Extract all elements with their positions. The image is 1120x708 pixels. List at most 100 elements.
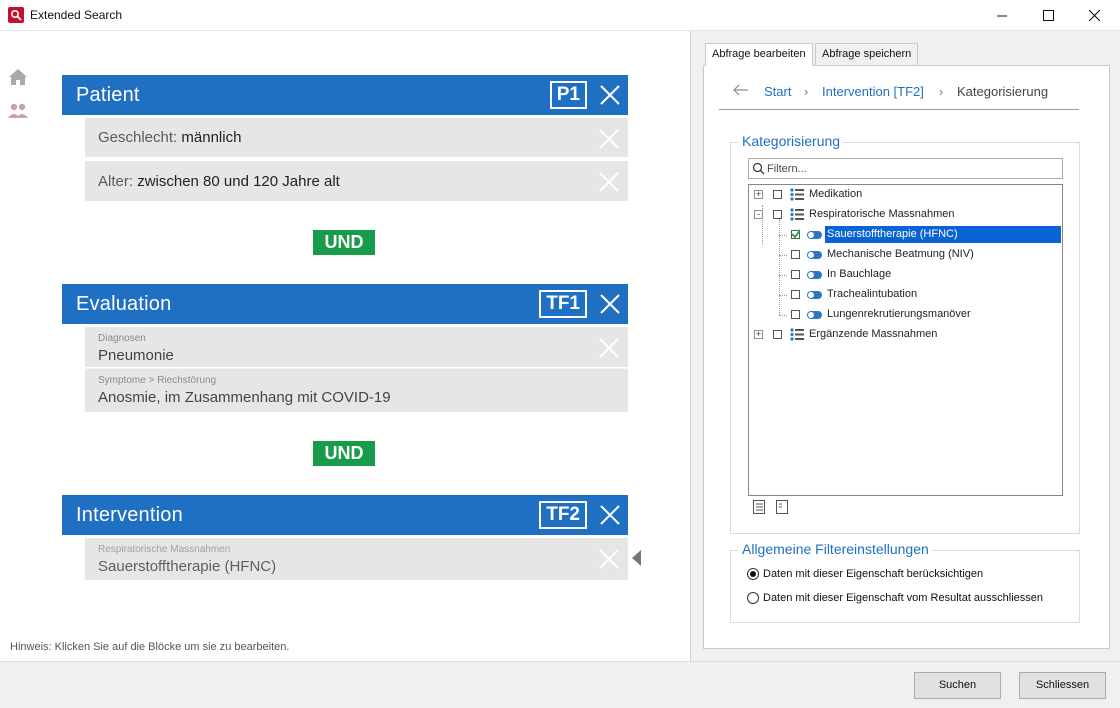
tree-item-label: In Bauchlage — [827, 268, 892, 280]
block-title: Patient — [76, 84, 140, 106]
toggle-icon — [807, 231, 822, 239]
remove-criterion-button[interactable] — [598, 171, 620, 193]
tree-item-trachealintubation[interactable]: Trachealintubation — [749, 285, 1062, 305]
expand-all-icon[interactable] — [753, 500, 766, 514]
tree-checkbox[interactable] — [791, 310, 800, 319]
edit-panel: Abfrage bearbeiten Abfrage speichern Sta… — [691, 31, 1120, 661]
breadcrumb-separator: › — [939, 84, 944, 99]
category-list-icon — [790, 208, 804, 221]
toggle-icon — [807, 291, 822, 299]
filter-input[interactable] — [767, 161, 1057, 176]
block-title: Intervention — [76, 504, 183, 526]
tree-item-label: Respiratorische Massnahmen — [809, 208, 955, 220]
remove-block-button[interactable] — [598, 83, 622, 107]
block-evaluation-header[interactable]: Evaluation TF1 — [62, 284, 628, 324]
toggle-icon — [807, 311, 822, 319]
tree-checkbox[interactable] — [791, 250, 800, 259]
radio-label: Daten mit dieser Eigenschaft vom Resulta… — [763, 592, 1044, 604]
block-badge: TF1 — [539, 290, 587, 318]
radio-label: Daten mit dieser Eigenschaft berücksicht… — [763, 568, 984, 580]
minimize-button[interactable] — [979, 0, 1025, 31]
toggle-icon — [807, 271, 822, 279]
breadcrumb-intervention[interactable]: Intervention [TF2] — [822, 84, 924, 99]
breadcrumb-current: Kategorisierung — [957, 84, 1049, 99]
tree-checkbox[interactable] — [773, 210, 782, 219]
block-patient-header[interactable]: Patient P1 — [62, 75, 628, 115]
criterion-symptom[interactable]: Symptome > Riechstörung Anosmie, im Zusa… — [85, 368, 628, 412]
block-badge: P1 — [549, 81, 587, 109]
remove-criterion-button[interactable] — [598, 548, 620, 570]
criterion-age[interactable]: Alter: zwischen 80 und 120 Jahre alt — [85, 161, 628, 201]
tree-checkbox[interactable] — [773, 190, 782, 199]
tree-item-mechanische-beatmung[interactable]: Mechanische Beatmung (NIV) — [749, 245, 1062, 265]
tree-checkbox[interactable] — [773, 330, 782, 339]
app-logo-icon — [8, 7, 24, 23]
criterion-value: Sauerstofftherapie (HFNC) — [98, 558, 277, 575]
collapse-icon[interactable]: - — [754, 210, 763, 219]
tree-item-bauchlage[interactable]: In Bauchlage — [749, 265, 1062, 285]
tree-item-label: Ergänzende Massnahmen — [809, 328, 938, 340]
collapse-all-icon[interactable] — [776, 500, 789, 514]
tree-checkbox[interactable] — [791, 290, 800, 299]
tab-edit-query[interactable]: Abfrage bearbeiten — [705, 43, 813, 66]
criterion-value: Pneumonie — [98, 347, 174, 364]
toggle-icon — [807, 251, 822, 259]
title-bar: Extended Search — [0, 0, 1120, 31]
remove-criterion-button[interactable] — [598, 128, 620, 150]
check-icon — [791, 229, 800, 238]
block-intervention-header[interactable]: Intervention TF2 — [62, 495, 628, 535]
maximize-button[interactable] — [1025, 0, 1071, 31]
close-button[interactable]: Schliessen — [1019, 672, 1106, 699]
remove-block-button[interactable] — [598, 503, 622, 527]
filter-settings-group: Allgemeine Filtereinstellungen — [730, 541, 1080, 623]
criterion-value: Anosmie, im Zusammenhang mit COVID-19 — [98, 389, 391, 406]
criterion-category: Symptome > Riechstörung — [98, 375, 217, 386]
collapse-arrow-icon[interactable] — [632, 550, 641, 566]
tree-item-label: Sauerstofftherapie (HFNC) — [824, 225, 1062, 244]
criterion-gender[interactable]: Geschlecht: männlich — [85, 118, 628, 157]
tree-item-sauerstofftherapie[interactable]: Sauerstofftherapie (HFNC) — [749, 225, 1062, 245]
criterion-label: Geschlecht: — [98, 129, 178, 146]
radio-button-checked[interactable] — [747, 568, 759, 580]
tree-item-label: Medikation — [809, 188, 863, 200]
back-arrow-icon[interactable] — [733, 82, 749, 101]
tree-item-lungenrekrutierung[interactable]: Lungenrekrutierungsmanöver — [749, 305, 1062, 325]
operator-and[interactable]: UND — [313, 441, 375, 466]
criterion-intervention[interactable]: Respiratorische Massnahmen Sauerstoffthe… — [85, 538, 628, 580]
tree-checkbox[interactable] — [791, 270, 800, 279]
tree-checkbox-checked[interactable] — [791, 229, 800, 239]
search-button[interactable]: Suchen — [914, 672, 1001, 699]
tree-item-medikation[interactable]: + Medikation — [749, 185, 1062, 205]
close-window-button[interactable] — [1071, 0, 1117, 31]
tab-save-query[interactable]: Abfrage speichern — [815, 43, 919, 65]
breadcrumb-separator: › — [804, 84, 809, 99]
criterion-label: Alter: — [98, 173, 134, 190]
tree-item-respiratorische-massnahmen[interactable]: - Respiratorische Massnahmen — [749, 205, 1062, 225]
category-tree[interactable]: + Medikation - Respiratorische Massnahme… — [748, 184, 1063, 496]
block-badge: TF2 — [539, 501, 587, 529]
window-title: Extended Search — [30, 8, 123, 22]
criterion-category: Diagnosen — [98, 333, 146, 344]
category-list-icon — [790, 328, 804, 341]
criterion-value: männlich — [181, 129, 242, 146]
expand-icon[interactable]: + — [754, 330, 763, 339]
tree-item-label: Lungenrekrutierungsmanöver — [827, 308, 971, 320]
remove-block-button[interactable] — [598, 292, 622, 316]
patient-groups-icon[interactable] — [6, 99, 30, 123]
tree-item-ergaenzende-massnahmen[interactable]: + Ergänzende Massnahmen — [749, 325, 1062, 345]
operator-and[interactable]: UND — [313, 230, 375, 255]
expand-icon[interactable]: + — [754, 190, 763, 199]
remove-criterion-button[interactable] — [598, 337, 620, 359]
breadcrumb-start[interactable]: Start — [764, 84, 791, 99]
filter-input-wrapper[interactable] — [748, 158, 1063, 179]
criterion-value: zwischen 80 und 120 Jahre alt — [137, 173, 340, 190]
tree-item-label: Mechanische Beatmung (NIV) — [827, 248, 974, 260]
search-icon — [752, 162, 765, 180]
breadcrumb: Start › Intervention [TF2] › Kategorisie… — [719, 82, 1079, 110]
criterion-diagnosis[interactable]: Diagnosen Pneumonie — [85, 327, 628, 367]
home-icon[interactable] — [6, 65, 30, 89]
radio-button[interactable] — [747, 592, 759, 604]
hint-text: Hinweis: Klicken Sie auf die Blöcke um s… — [10, 641, 290, 653]
block-title: Evaluation — [76, 293, 172, 315]
group-title: Allgemeine Filtereinstellungen — [739, 541, 932, 557]
